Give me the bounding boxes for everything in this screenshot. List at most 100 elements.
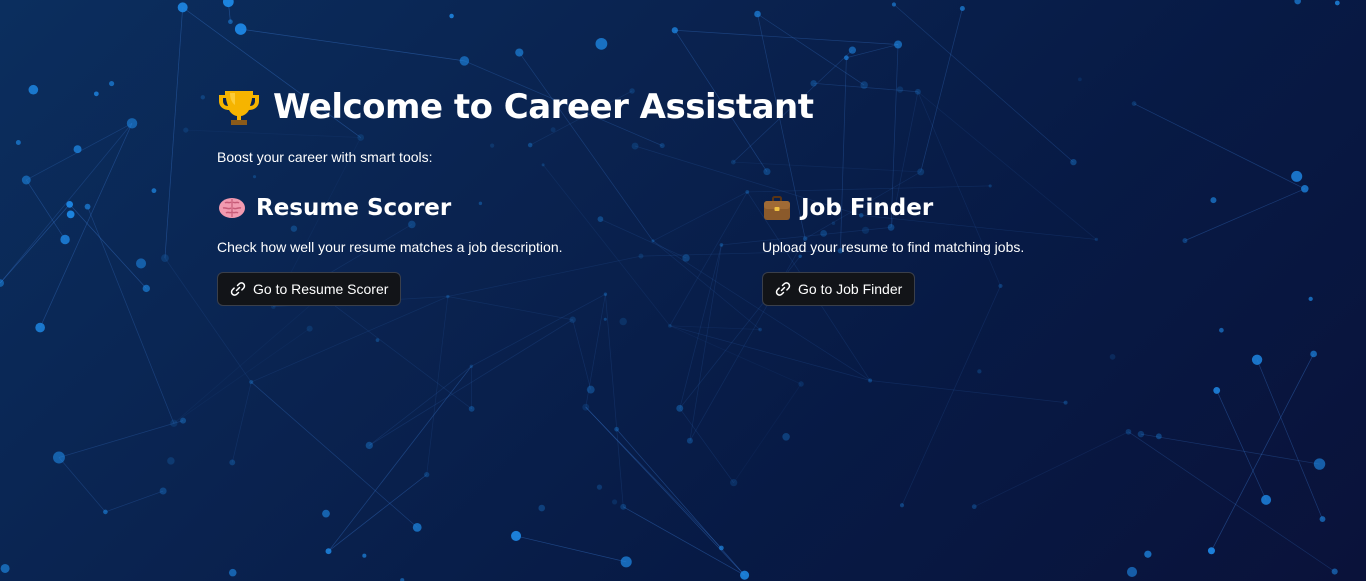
network-node xyxy=(1213,386,1221,394)
network-line xyxy=(369,366,472,446)
network-node xyxy=(1291,170,1303,182)
network-node xyxy=(686,437,693,444)
network-line xyxy=(173,328,310,424)
network-node xyxy=(109,80,115,87)
network-node xyxy=(73,145,82,154)
network-node xyxy=(782,433,790,441)
network-line xyxy=(369,319,573,446)
network-node xyxy=(66,201,74,208)
network-line xyxy=(623,506,745,576)
network-line xyxy=(669,325,802,385)
go-to-job-finder-button[interactable]: Go to Job Finder xyxy=(762,272,916,306)
network-node xyxy=(0,279,5,287)
page-header: Welcome to Career Assistant xyxy=(217,82,1217,132)
network-line xyxy=(616,429,745,576)
network-line xyxy=(1140,433,1320,465)
network-line xyxy=(164,7,184,259)
network-node xyxy=(468,405,475,412)
network-node xyxy=(365,441,373,450)
network-line xyxy=(58,457,106,513)
network-node xyxy=(1331,568,1338,575)
network-node xyxy=(754,10,761,18)
resume-scorer-description: Check how well your resume matches a job… xyxy=(217,239,563,255)
network-node xyxy=(362,553,367,558)
network-line xyxy=(1128,431,1335,572)
network-node xyxy=(1319,516,1326,523)
network-line xyxy=(39,123,133,328)
link-icon xyxy=(230,281,246,297)
job-finder-header: Job Finder xyxy=(762,191,1222,225)
network-node xyxy=(1144,550,1152,558)
network-node xyxy=(180,417,187,424)
network-node xyxy=(84,203,91,210)
network-node xyxy=(977,369,982,374)
network-node xyxy=(228,568,237,577)
network-node xyxy=(151,188,157,194)
network-node xyxy=(511,530,522,541)
resume-scorer-card: Resume Scorer Check how well your resume… xyxy=(217,191,677,306)
network-node xyxy=(449,13,454,19)
network-node xyxy=(322,509,330,518)
network-node xyxy=(1261,494,1272,505)
network-node xyxy=(1313,458,1326,470)
main-content: Welcome to Career Assistant Boost your c… xyxy=(217,82,1217,331)
network-node xyxy=(170,419,178,427)
network-node xyxy=(971,504,977,510)
network-node xyxy=(1109,354,1116,360)
network-line xyxy=(87,206,175,424)
network-node xyxy=(1063,400,1068,405)
network-node xyxy=(424,471,430,478)
network-node xyxy=(1155,433,1162,440)
network-line xyxy=(1211,353,1314,551)
network-node xyxy=(167,457,175,465)
network-node xyxy=(375,338,380,342)
network-node xyxy=(1334,0,1340,6)
network-line xyxy=(328,474,427,552)
network-node xyxy=(1251,354,1263,365)
network-line xyxy=(733,383,802,483)
network-node xyxy=(53,451,65,464)
network-node xyxy=(515,48,524,57)
network-node xyxy=(28,84,39,95)
network-node xyxy=(1077,77,1082,82)
network-node xyxy=(1126,566,1138,578)
job-finder-card: Job Finder Upload your resume to find ma… xyxy=(762,191,1222,306)
network-node xyxy=(844,55,849,61)
network-line xyxy=(231,381,252,463)
network-node xyxy=(586,385,595,394)
network-node xyxy=(596,484,603,490)
network-node xyxy=(459,56,470,66)
network-line xyxy=(240,28,465,62)
network-node xyxy=(730,479,738,487)
network-line xyxy=(0,123,133,284)
network-node xyxy=(15,140,21,146)
network-node xyxy=(595,37,608,50)
network-line xyxy=(0,204,70,284)
network-line xyxy=(679,408,734,483)
network-node xyxy=(614,426,619,432)
network-node xyxy=(183,127,189,133)
network-node xyxy=(868,378,873,383)
page-title: Welcome to Career Assistant xyxy=(273,87,814,127)
network-node xyxy=(899,503,905,508)
network-node xyxy=(1308,296,1313,302)
network-node xyxy=(200,95,206,100)
go-to-resume-scorer-button[interactable]: Go to Resume Scorer xyxy=(217,272,402,306)
network-node xyxy=(1207,547,1215,555)
network-node xyxy=(325,548,332,555)
network-node xyxy=(1294,0,1301,5)
network-node xyxy=(159,487,167,495)
network-node xyxy=(177,2,188,13)
network-node xyxy=(1137,430,1145,438)
network-node xyxy=(798,381,804,387)
network-line xyxy=(328,366,472,552)
network-line xyxy=(58,420,184,458)
network-node xyxy=(93,91,99,97)
network-node xyxy=(1219,327,1224,333)
job-finder-description: Upload your resume to find matching jobs… xyxy=(762,239,1025,255)
network-node xyxy=(229,459,236,466)
network-node xyxy=(894,40,903,49)
link-icon xyxy=(775,281,791,297)
briefcase-icon xyxy=(762,193,792,223)
network-node xyxy=(35,322,45,333)
